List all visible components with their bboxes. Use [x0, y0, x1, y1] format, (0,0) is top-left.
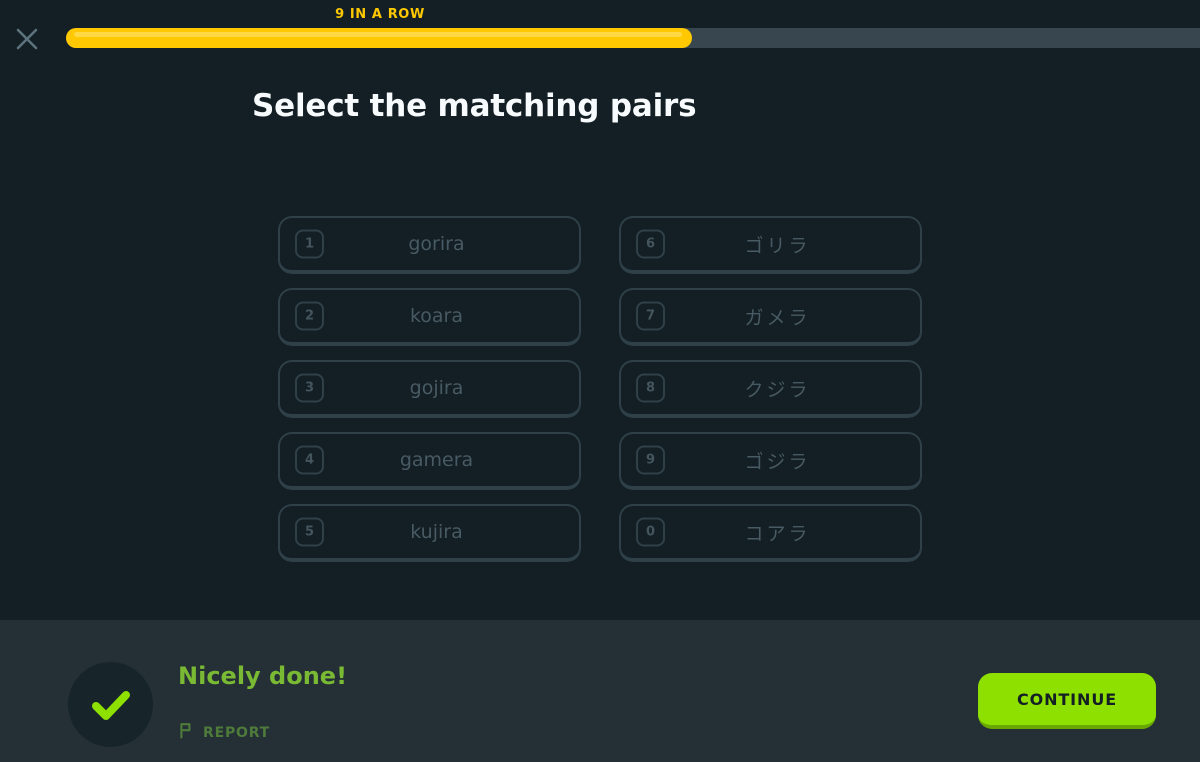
flag-icon — [179, 722, 195, 743]
match-tile[interactable]: 0 コアラ — [619, 504, 922, 562]
katakana-column: 6 ゴリラ 7 ガメラ 8 クジラ 9 ゴジラ 0 コアラ — [619, 216, 922, 562]
match-tile[interactable]: 5 kujira — [278, 504, 581, 562]
exercise-header: 9 IN A ROW — [0, 0, 1200, 62]
tile-number-badge: 0 — [636, 517, 665, 547]
match-tile[interactable]: 3 gojira — [278, 360, 581, 418]
progress-bar-fill — [66, 28, 693, 48]
continue-button[interactable]: CONTINUE — [978, 673, 1156, 729]
tile-number-badge: 4 — [295, 445, 324, 475]
tile-label: ガメラ — [744, 306, 811, 329]
tile-number-badge: 8 — [636, 373, 665, 403]
tile-number-badge: 1 — [295, 229, 324, 259]
progress-bar-track — [66, 28, 1200, 48]
checkmark-icon — [68, 662, 153, 747]
tile-number-badge: 9 — [636, 445, 665, 475]
match-tile[interactable]: 2 koara — [278, 288, 581, 346]
tile-label: ゴジラ — [744, 450, 811, 473]
tile-label: koara — [409, 305, 464, 327]
match-tile[interactable]: 7 ガメラ — [619, 288, 922, 346]
match-tile[interactable]: 4 gamera — [278, 432, 581, 490]
tile-number-badge: 5 — [295, 517, 324, 547]
tile-label: コアラ — [744, 522, 811, 545]
tile-number-badge: 3 — [295, 373, 324, 403]
match-tile[interactable]: 9 ゴジラ — [619, 432, 922, 490]
tile-number-badge: 2 — [295, 301, 324, 331]
tile-number-badge: 6 — [636, 229, 665, 259]
close-icon[interactable] — [13, 25, 41, 53]
tile-label: gamera — [399, 449, 474, 471]
page-title: Select the matching pairs — [252, 88, 697, 124]
report-button[interactable]: REPORT — [179, 722, 270, 743]
tile-label: ゴリラ — [744, 234, 811, 257]
report-label: REPORT — [203, 724, 271, 741]
tile-label: kujira — [410, 521, 463, 543]
match-tile[interactable]: 8 クジラ — [619, 360, 922, 418]
feedback-title: Nicely done! — [178, 662, 348, 690]
match-tile[interactable]: 1 gorira — [278, 216, 581, 274]
romaji-column: 1 gorira 2 koara 3 gojira 4 gamera 5 kuj… — [278, 216, 581, 562]
tile-label: クジラ — [744, 378, 811, 401]
streak-label: 9 IN A ROW — [335, 7, 425, 22]
tile-label: gorira — [408, 233, 465, 255]
match-tile[interactable]: 6 ゴリラ — [619, 216, 922, 274]
tile-number-badge: 7 — [636, 301, 665, 331]
tile-label: gojira — [409, 377, 464, 399]
matching-pairs-grid: 1 gorira 2 koara 3 gojira 4 gamera 5 kuj… — [0, 216, 1200, 562]
